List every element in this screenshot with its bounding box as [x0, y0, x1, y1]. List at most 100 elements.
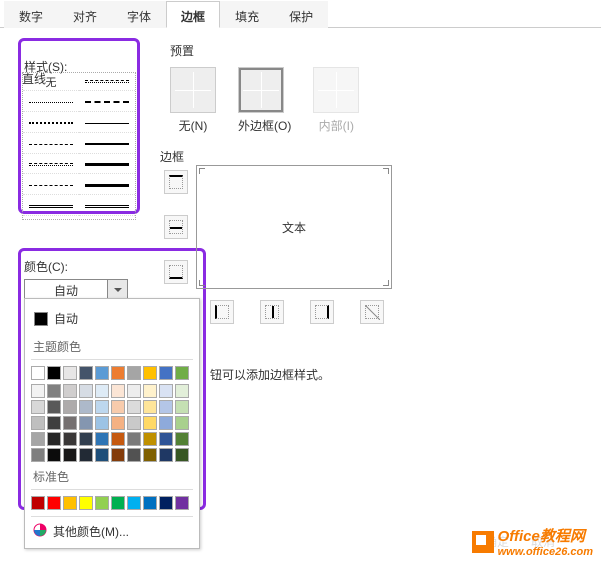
color-swatch[interactable] [47, 400, 61, 414]
color-swatch[interactable] [111, 432, 125, 446]
color-swatch[interactable] [47, 384, 61, 398]
tab-protect[interactable]: 保护 [274, 1, 328, 28]
color-swatch[interactable] [47, 432, 61, 446]
style-solid-thin[interactable] [79, 115, 135, 133]
color-swatch[interactable] [95, 416, 109, 430]
color-swatch[interactable] [159, 448, 173, 462]
color-swatch[interactable] [31, 432, 45, 446]
color-swatch[interactable] [95, 384, 109, 398]
color-swatch[interactable] [111, 366, 125, 380]
style-dash-dot[interactable] [79, 73, 135, 91]
style-solid-xthick[interactable] [79, 177, 135, 195]
style-dash-thick[interactable] [79, 94, 135, 112]
color-swatch[interactable] [159, 496, 173, 510]
color-swatch[interactable] [95, 496, 109, 510]
color-swatch[interactable] [79, 384, 93, 398]
style-dashdot2[interactable] [23, 156, 79, 174]
color-swatch[interactable] [63, 496, 77, 510]
color-swatch[interactable] [79, 400, 93, 414]
style-solid-med[interactable] [79, 136, 135, 154]
color-swatch[interactable] [95, 448, 109, 462]
color-swatch[interactable] [31, 366, 45, 380]
color-swatch[interactable] [31, 496, 45, 510]
color-swatch[interactable] [47, 496, 61, 510]
color-swatch[interactable] [79, 432, 93, 446]
more-colors-row[interactable]: 其他颜色(M)... [31, 516, 193, 542]
color-swatch[interactable] [79, 496, 93, 510]
color-swatch[interactable] [31, 384, 45, 398]
color-swatch[interactable] [159, 366, 173, 380]
tab-font[interactable]: 字体 [112, 1, 166, 28]
color-swatch[interactable] [127, 384, 141, 398]
color-swatch[interactable] [175, 416, 189, 430]
tab-number[interactable]: 数字 [4, 1, 58, 28]
style-dash-thin[interactable] [23, 136, 79, 154]
edge-bottom-button[interactable] [164, 260, 188, 284]
style-dashdot3[interactable] [23, 177, 79, 195]
style-dot-med[interactable] [23, 115, 79, 133]
color-swatch[interactable] [127, 496, 141, 510]
edge-right-button[interactable] [310, 300, 334, 324]
color-swatch[interactable] [31, 448, 45, 462]
color-swatch[interactable] [175, 432, 189, 446]
color-swatch[interactable] [143, 384, 157, 398]
style-double2[interactable] [79, 198, 135, 216]
color-swatch[interactable] [127, 448, 141, 462]
color-swatch[interactable] [79, 366, 93, 380]
color-swatch[interactable] [31, 416, 45, 430]
edge-hmid-button[interactable] [164, 215, 188, 239]
preset-inner[interactable]: 内部(I) [313, 67, 359, 134]
color-swatch[interactable] [159, 416, 173, 430]
tab-fill[interactable]: 填充 [220, 1, 274, 28]
color-swatch[interactable] [47, 366, 61, 380]
color-swatch[interactable] [159, 384, 173, 398]
edge-vmid-button[interactable] [260, 300, 284, 324]
color-swatch[interactable] [143, 400, 157, 414]
color-swatch[interactable] [175, 400, 189, 414]
color-swatch[interactable] [175, 448, 189, 462]
color-swatch[interactable] [31, 400, 45, 414]
border-preview[interactable]: 文本 [196, 165, 392, 289]
color-swatch[interactable] [63, 416, 77, 430]
color-swatch[interactable] [63, 448, 77, 462]
color-swatch[interactable] [47, 416, 61, 430]
color-swatch[interactable] [95, 400, 109, 414]
color-swatch[interactable] [143, 366, 157, 380]
color-swatch[interactable] [111, 400, 125, 414]
color-swatch[interactable] [111, 416, 125, 430]
color-auto-row[interactable]: 自动 [31, 305, 193, 332]
style-none[interactable]: 无 [23, 73, 79, 91]
color-swatch[interactable] [175, 496, 189, 510]
color-swatch[interactable] [63, 366, 77, 380]
color-swatch[interactable] [175, 366, 189, 380]
edge-diag2-button[interactable] [360, 300, 384, 324]
tab-align[interactable]: 对齐 [58, 1, 112, 28]
preset-none[interactable]: 无(N) [170, 67, 216, 134]
color-swatch[interactable] [95, 432, 109, 446]
color-swatch[interactable] [63, 432, 77, 446]
color-swatch[interactable] [127, 416, 141, 430]
color-swatch[interactable] [127, 432, 141, 446]
edge-left-button[interactable] [210, 300, 234, 324]
style-double1[interactable] [23, 198, 79, 216]
color-swatch[interactable] [63, 400, 77, 414]
color-swatch[interactable] [127, 400, 141, 414]
color-swatch[interactable] [79, 448, 93, 462]
color-swatch[interactable] [143, 448, 157, 462]
style-dot-thin[interactable] [23, 94, 79, 112]
color-swatch[interactable] [127, 366, 141, 380]
color-swatch[interactable] [175, 384, 189, 398]
style-solid-thick[interactable] [79, 156, 135, 174]
color-swatch[interactable] [111, 384, 125, 398]
color-swatch[interactable] [63, 384, 77, 398]
color-swatch[interactable] [143, 416, 157, 430]
color-swatch[interactable] [159, 400, 173, 414]
color-swatch[interactable] [79, 416, 93, 430]
color-swatch[interactable] [143, 496, 157, 510]
color-swatch[interactable] [143, 432, 157, 446]
color-swatch[interactable] [111, 448, 125, 462]
edge-top-button[interactable] [164, 170, 188, 194]
preset-outer[interactable]: 外边框(O) [238, 67, 291, 134]
color-swatch[interactable] [111, 496, 125, 510]
color-swatch[interactable] [159, 432, 173, 446]
